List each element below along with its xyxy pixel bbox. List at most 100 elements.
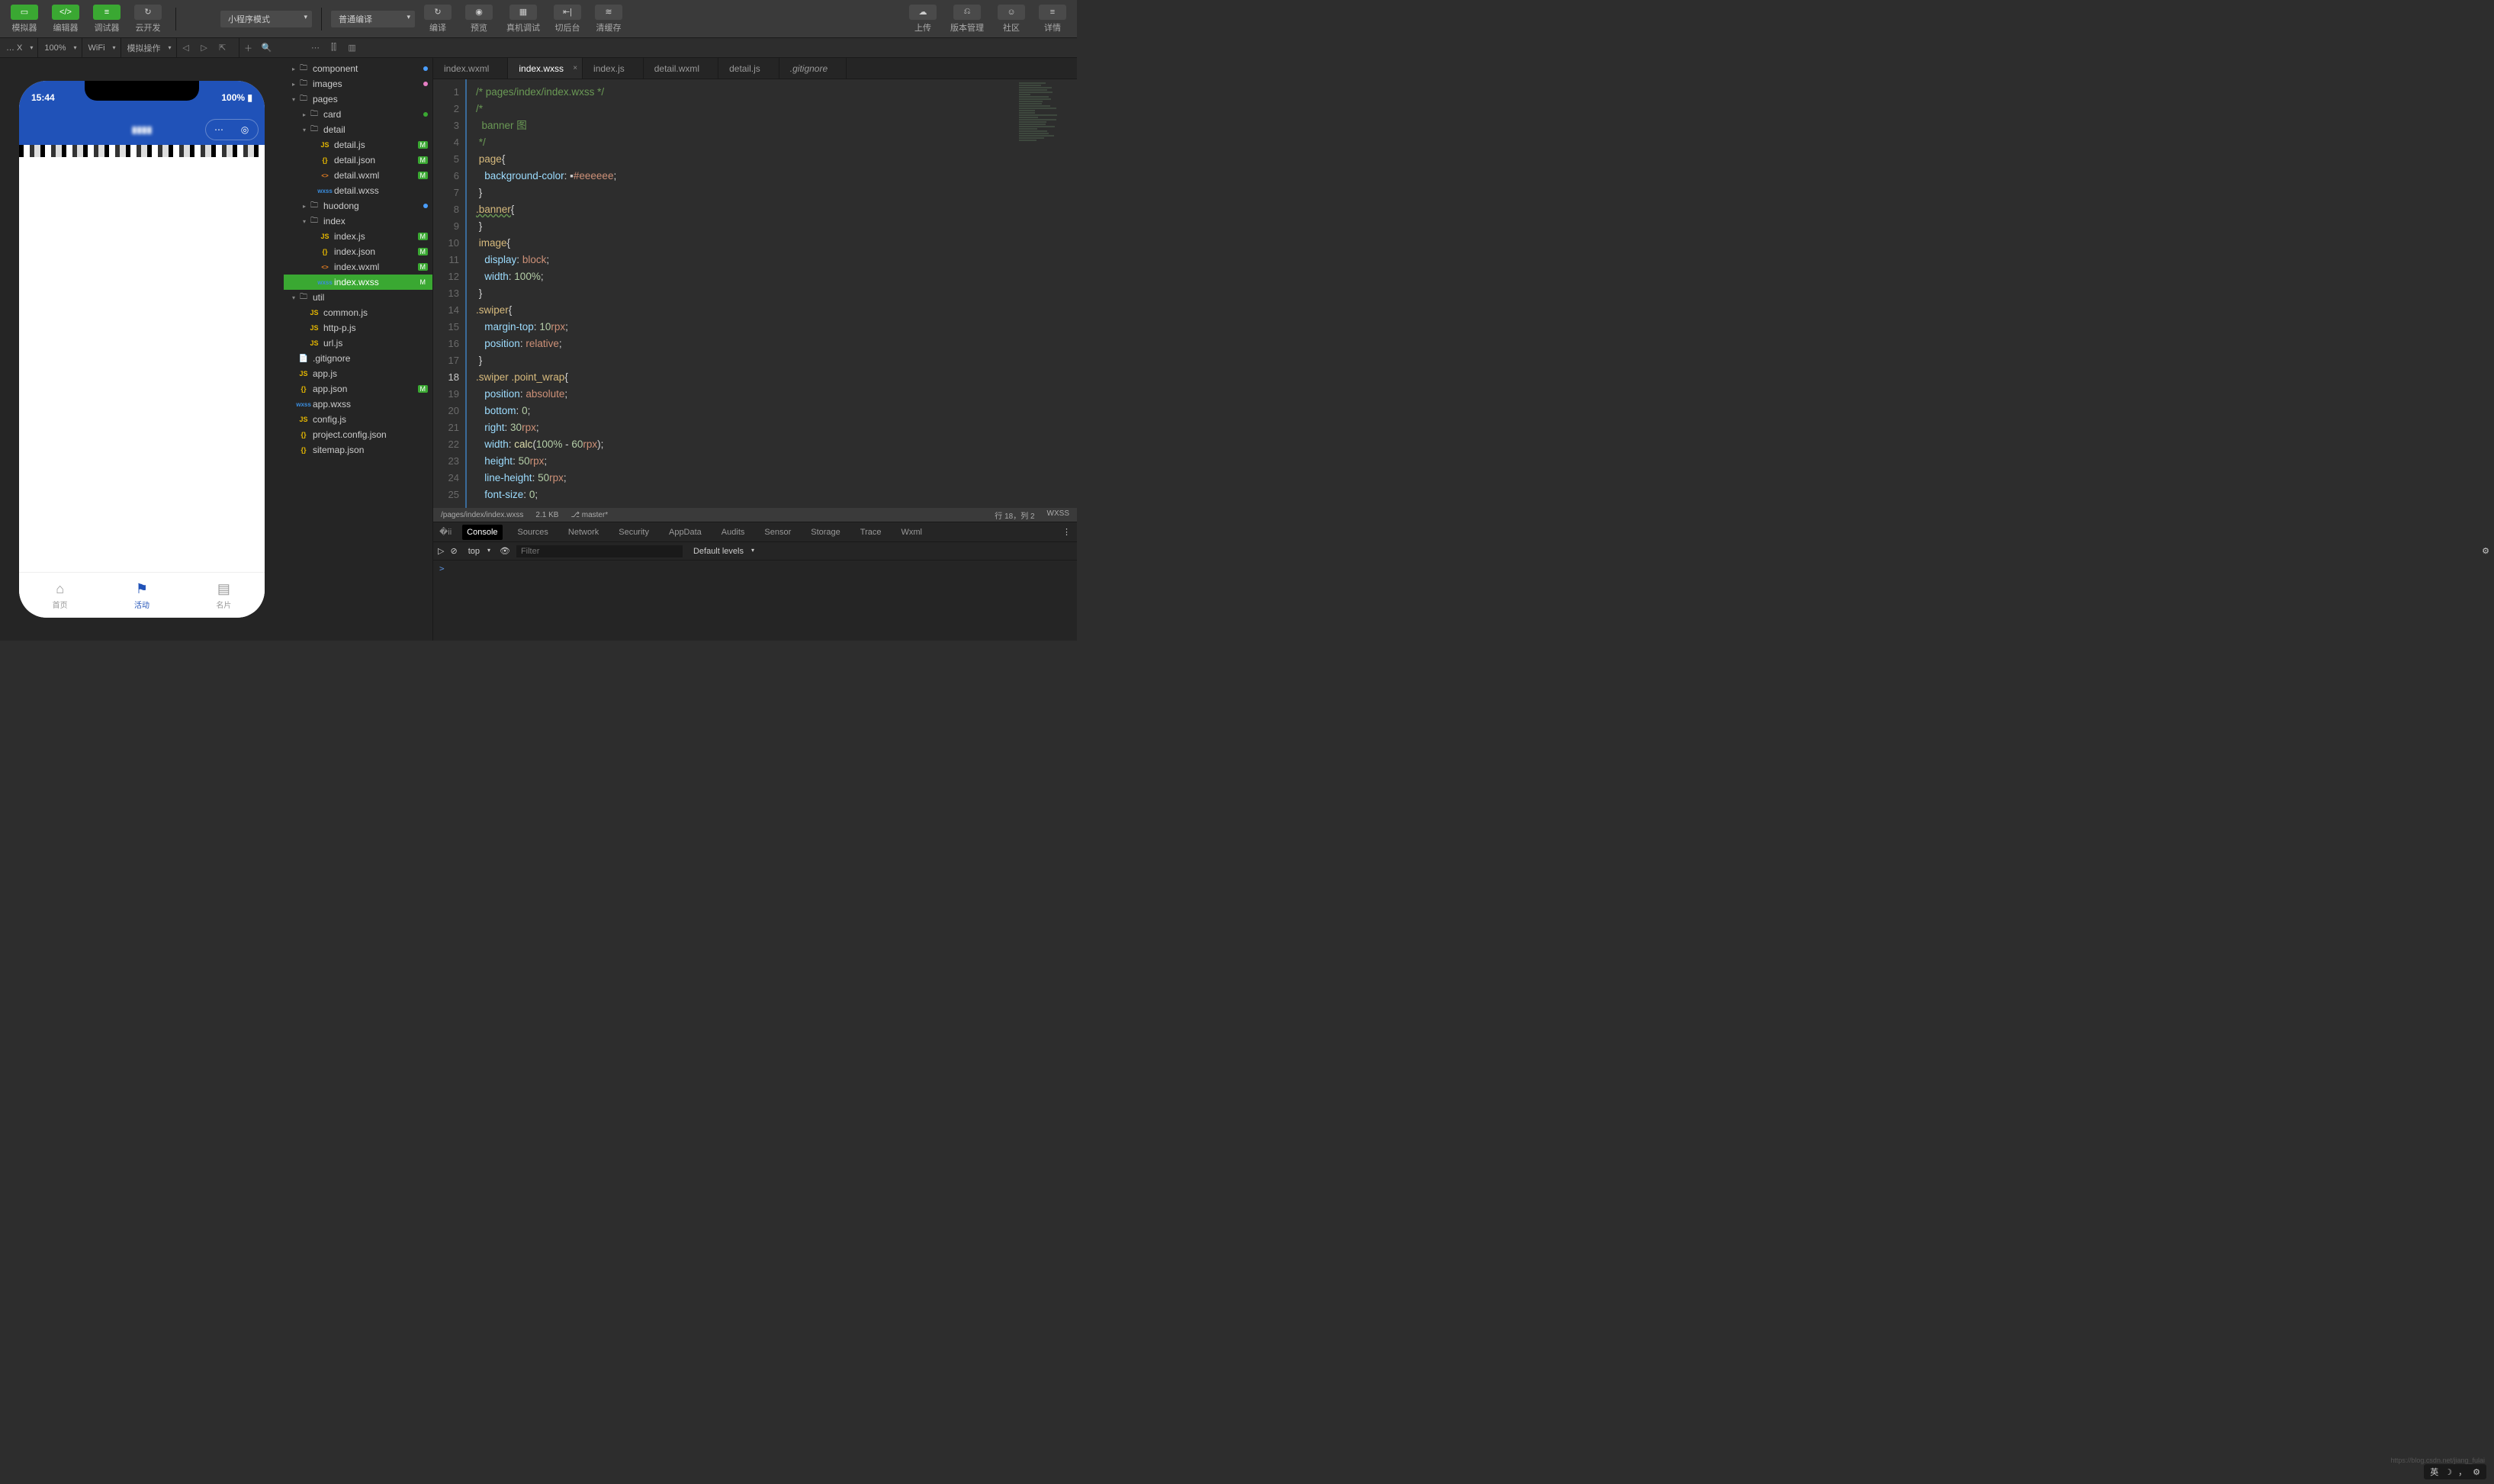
flag-icon: ⚑ [136, 581, 148, 597]
editor-statusbar: /pages/index/index.wxss 2.1 KB ⎇ master*… [433, 508, 1077, 522]
capsule-button[interactable]: ⋯◎ [205, 119, 259, 140]
clear-icon[interactable]: ⊘ [450, 546, 457, 556]
editor-tab-detail.wxml[interactable]: detail.wxml [644, 58, 718, 79]
tree-item-project.config.json[interactable]: {}project.config.json [284, 427, 432, 442]
tree-item-card[interactable]: ▸🗀card [284, 107, 432, 122]
community-button[interactable]: ☺社区 [993, 3, 1030, 35]
tree-item-app.wxss[interactable]: wxssapp.wxss [284, 397, 432, 412]
line-gutter[interactable]: 1234567891011121314151617181920212223242… [433, 79, 467, 508]
tree-item-index.js[interactable]: JSindex.jsM [284, 229, 432, 244]
detail-button[interactable]: ≡详情 [1034, 3, 1071, 35]
rotate-right-icon[interactable]: ▷ [195, 38, 214, 57]
detach-icon[interactable]: ⇱ [214, 38, 232, 57]
tree-item-component[interactable]: ▸🗀component [284, 61, 432, 76]
tree-item-images[interactable]: ▸🗀images [284, 76, 432, 92]
target-icon[interactable]: ◎ [232, 120, 258, 140]
tree-item-pages[interactable]: ▾🗀pages [284, 92, 432, 107]
compile-mode-dropdown[interactable]: 普通编译 [331, 11, 415, 27]
editor-button[interactable]: </>编辑器 [47, 3, 84, 35]
editor-tab-detail.js[interactable]: detail.js [718, 58, 779, 79]
inspect-icon[interactable]: �ii [439, 527, 452, 537]
tree-item-index.json[interactable]: {}index.jsonM [284, 244, 432, 259]
devtools-tab-sources[interactable]: Sources [513, 525, 553, 540]
devtools-tab-storage[interactable]: Storage [806, 525, 845, 540]
devtools-tab-network[interactable]: Network [564, 525, 603, 540]
editor-tab-index.wxml[interactable]: index.wxml [433, 58, 508, 79]
git-branch[interactable]: ⎇ master* [570, 511, 608, 519]
layout-icon[interactable]: ▥ [343, 38, 362, 57]
devtools-tab-console[interactable]: Console [462, 525, 502, 540]
tree-item-common.js[interactable]: JScommon.js [284, 305, 432, 320]
file-explorer[interactable]: ▸🗀component▸🗀images▾🗀pages▸🗀card▾🗀detail… [284, 58, 433, 641]
devtools-tab-sensor[interactable]: Sensor [760, 525, 795, 540]
tab-activity[interactable]: ⚑活动 [101, 573, 182, 618]
tree-item-util[interactable]: ▾🗀util [284, 290, 432, 305]
tree-item-index.wxml[interactable]: <>index.wxmlM [284, 259, 432, 275]
more-icon[interactable]: ⋯ [206, 120, 232, 140]
remote-debug-button[interactable]: ▦真机调试 [502, 3, 545, 35]
tree-item-detail.wxml[interactable]: <>detail.wxmlM [284, 168, 432, 183]
devtools-tab-audits[interactable]: Audits [717, 525, 750, 540]
language-mode[interactable]: WXSS [1047, 509, 1069, 521]
tab-card[interactable]: ▤名片 [183, 573, 265, 618]
tree-item-index.wxss[interactable]: wxssindex.wxssM [284, 275, 432, 290]
devtools-tab-trace[interactable]: Trace [856, 525, 886, 540]
split-icon[interactable]: ⫿⫿ [325, 38, 343, 57]
version-button[interactable]: ⎌版本管理 [946, 3, 988, 35]
tab-home[interactable]: ⌂首页 [19, 573, 101, 618]
more-icon[interactable]: ⋮ [1062, 527, 1071, 537]
device-dropdown[interactable]: … X [0, 38, 38, 57]
new-file-icon[interactable]: ＋ [239, 38, 258, 57]
context-dropdown[interactable]: top [464, 545, 493, 557]
debugger-button[interactable]: ≡调试器 [88, 3, 125, 35]
play-icon[interactable]: ▷ [438, 546, 444, 556]
upload-button[interactable]: ☁上传 [905, 3, 941, 35]
tree-item-url.js[interactable]: JSurl.js [284, 336, 432, 351]
tree-item-sitemap.json[interactable]: {}sitemap.json [284, 442, 432, 458]
devtools-tab-appdata[interactable]: AppData [664, 525, 706, 540]
tree-item-.gitignore[interactable]: 📄.gitignore [284, 351, 432, 366]
preview-button[interactable]: ◉预览 [461, 3, 497, 35]
editor-tab-.gitignore[interactable]: .gitignore [779, 58, 847, 79]
tree-item-config.js[interactable]: JSconfig.js [284, 412, 432, 427]
compile-button[interactable]: ↻编译 [419, 3, 456, 35]
phone-body[interactable] [19, 157, 265, 584]
tree-item-detail.js[interactable]: JSdetail.jsM [284, 137, 432, 153]
tree-item-detail[interactable]: ▾🗀detail [284, 122, 432, 137]
close-icon[interactable]: × [573, 64, 577, 72]
devtools-tab-wxml[interactable]: Wxml [896, 525, 927, 540]
tree-item-detail.wxss[interactable]: wxssdetail.wxss [284, 183, 432, 198]
zoom-dropdown[interactable]: 100% [38, 38, 82, 57]
mode-dropdown[interactable]: 小程序模式 [220, 11, 312, 27]
ime-indicator[interactable]: 英☽，⚙ [2424, 1464, 2486, 1479]
cloud-button[interactable]: ↻云开发 [130, 3, 166, 35]
tree-item-app.json[interactable]: {}app.jsonM [284, 381, 432, 397]
search-icon[interactable]: 🔍 [258, 38, 276, 57]
devtools-tabs: �ii Console Sources Network Security AppData… [433, 522, 1077, 542]
tree-item-detail.json[interactable]: {}detail.jsonM [284, 153, 432, 168]
phone-time: 15:44 [31, 92, 55, 103]
minimap[interactable] [1016, 79, 1077, 508]
network-dropdown[interactable]: WiFi [82, 38, 121, 57]
editor-tab-index.wxss[interactable]: index.wxss× [508, 58, 583, 79]
phone-tabbar: ⌂首页 ⚑活动 ▤名片 [19, 572, 265, 618]
tree-item-http-p.js[interactable]: JShttp-p.js [284, 320, 432, 336]
tree-item-index[interactable]: ▾🗀index [284, 214, 432, 229]
clear-cache-button[interactable]: ≋清缓存 [590, 3, 627, 35]
code-editor[interactable]: /* pages/index/index.wxss *//* banner 图 … [467, 79, 1016, 508]
tree-item-app.js[interactable]: JSapp.js [284, 366, 432, 381]
more-icon[interactable]: ⋯ [307, 38, 325, 57]
home-icon: ⌂ [56, 581, 64, 597]
levels-dropdown[interactable]: Default levels [689, 545, 757, 557]
filter-input[interactable] [516, 545, 683, 557]
rotate-left-icon[interactable]: ◁ [177, 38, 195, 57]
devtools-tab-security[interactable]: Security [614, 525, 654, 540]
editor-tab-index.js[interactable]: index.js [583, 58, 644, 79]
tree-item-huodong[interactable]: ▸🗀huodong [284, 198, 432, 214]
console-output[interactable]: > [433, 561, 1077, 641]
settings-icon[interactable]: ⚙ [2482, 546, 2489, 556]
switch-bg-button[interactable]: ⇤|切后台 [549, 3, 586, 35]
eye-icon[interactable]: 👁 [500, 546, 510, 556]
mock-dropdown[interactable]: 模拟操作 [121, 38, 177, 57]
simulator-button[interactable]: ▭模拟器 [6, 3, 43, 35]
